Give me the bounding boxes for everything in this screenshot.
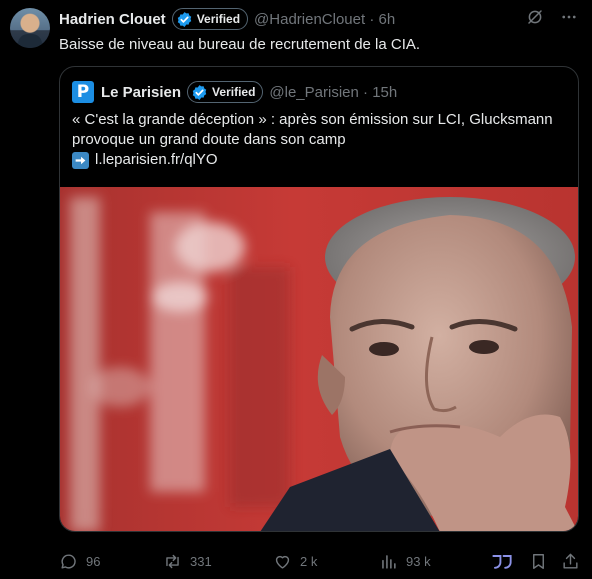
parisien-logo[interactable]: P bbox=[72, 81, 94, 103]
repost-count: 331 bbox=[190, 554, 212, 569]
verified-badge-icon bbox=[177, 11, 191, 27]
tweet-top-actions bbox=[526, 8, 578, 26]
reply-button[interactable]: 96 bbox=[59, 552, 100, 571]
tweet-text: Baisse de niveau au bureau de recrutemen… bbox=[59, 36, 421, 53]
views-button[interactable]: 93 k bbox=[379, 552, 431, 571]
quoted-author-name[interactable]: Le Parisien bbox=[101, 84, 181, 101]
quoted-link-row: l.leparisien.fr/qlYO bbox=[72, 150, 572, 170]
like-count: 2 k bbox=[300, 554, 318, 569]
reply-count: 96 bbox=[86, 554, 101, 569]
portrait-photo bbox=[60, 187, 578, 531]
verified-badge[interactable]: Verified bbox=[171, 8, 249, 30]
verified-label: Verified bbox=[196, 12, 241, 26]
bookmark-button[interactable] bbox=[529, 552, 548, 571]
quoted-text: « C'est la grande déception » : après so… bbox=[72, 111, 553, 148]
tweet[interactable]: Hadrien Clouet Verified @HadrienClouet ·… bbox=[0, 0, 592, 579]
repost-button[interactable]: 331 bbox=[163, 552, 212, 571]
share-icon bbox=[563, 553, 578, 569]
author-avatar[interactable] bbox=[10, 8, 50, 48]
quoted-tweet[interactable]: P Le Parisien Verified @le_Parisien · 15… bbox=[59, 66, 579, 532]
quoted-link[interactable]: l.leparisien.fr/qlYO bbox=[95, 150, 218, 170]
views-icon bbox=[382, 555, 396, 569]
tweet-actions: 96 331 2 k 93 k bbox=[59, 552, 583, 574]
quoted-photo[interactable] bbox=[60, 187, 578, 531]
quoted-text-block: « C'est la grande déception » : après so… bbox=[72, 110, 572, 170]
like-button[interactable]: 2 k bbox=[273, 552, 317, 571]
bookmark-icon bbox=[533, 554, 544, 569]
tweet-time[interactable]: 6h bbox=[379, 11, 396, 28]
like-icon bbox=[275, 555, 290, 569]
tweet-header: Hadrien Clouet Verified @HadrienClouet ·… bbox=[59, 8, 395, 30]
arrow-right-icon bbox=[72, 151, 89, 169]
quoted-verified-badge[interactable]: Verified bbox=[187, 81, 264, 103]
repost-icon bbox=[166, 554, 179, 569]
reply-icon bbox=[61, 554, 76, 569]
quoted-verified-label: Verified bbox=[212, 85, 256, 99]
verified-badge-icon bbox=[192, 84, 207, 100]
more-icon[interactable] bbox=[560, 8, 578, 26]
grok-icon[interactable] bbox=[526, 8, 544, 26]
quoted-time: 15h bbox=[372, 83, 398, 101]
grok-quote-button[interactable] bbox=[491, 552, 513, 571]
quoted-handle: @le_Parisien · 15h bbox=[269, 83, 398, 101]
views-count: 93 k bbox=[406, 554, 431, 569]
author-handle[interactable]: @HadrienClouet · 6h bbox=[254, 11, 395, 28]
share-button[interactable] bbox=[561, 552, 580, 571]
grok-quote-icon bbox=[492, 555, 512, 569]
quoted-header: P Le Parisien Verified @le_Parisien · 15… bbox=[72, 81, 397, 103]
author-name[interactable]: Hadrien Clouet bbox=[59, 11, 166, 28]
